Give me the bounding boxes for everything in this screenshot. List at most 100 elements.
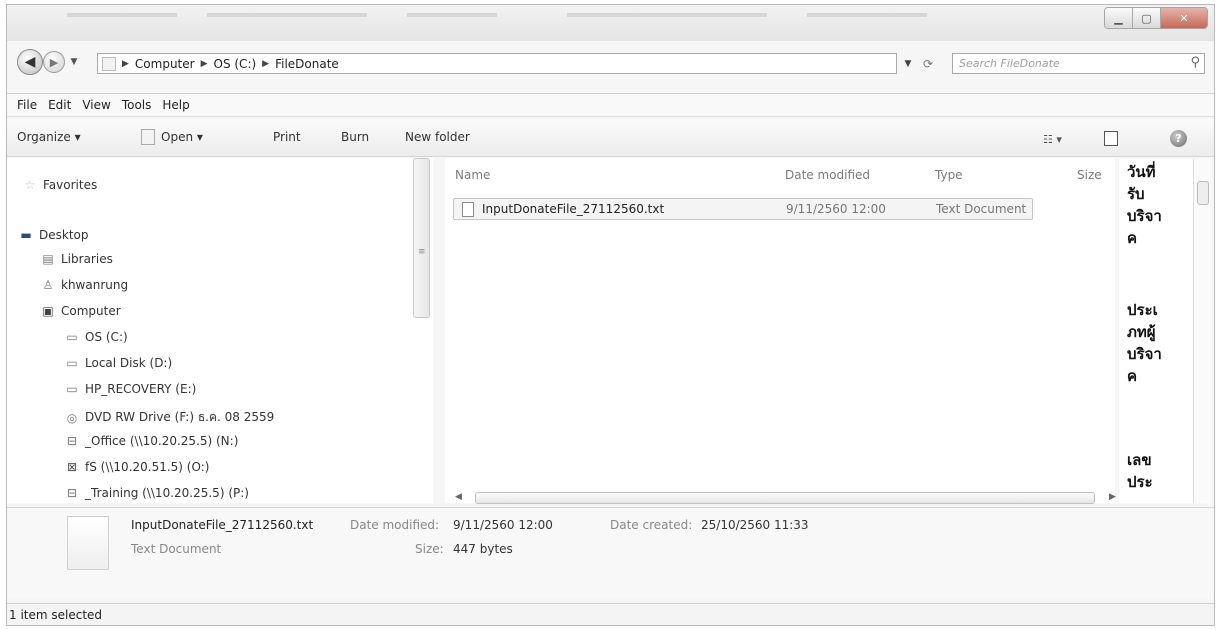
new-folder-button[interactable]: New folder (405, 130, 470, 144)
details-type: Text Document (131, 542, 222, 556)
file-name: InputDonateFile_27112560.txt (482, 202, 665, 216)
refresh-icon[interactable]: ⟳ (917, 53, 939, 74)
forward-arrow-icon[interactable]: ▶ (43, 51, 65, 73)
nav-drive-c[interactable]: ▭ OS (C:) (63, 330, 127, 344)
nav-drive-p[interactable]: ⊟ _Training (\\10.20.25.5) (P:) (63, 486, 249, 500)
search-input[interactable] (959, 56, 1174, 71)
thai-text-line: รับ (1127, 185, 1145, 203)
details-pane: InputDonateFile_27112560.txt Text Docume… (7, 507, 1214, 599)
nav-drive-label: _Training (\\10.20.25.5) (P:) (85, 486, 249, 500)
explorer-window: ▁ ▢ ✕ ◀ ▶ ▼ ▶ Computer ▶ OS (C:) ▶ FileD… (6, 4, 1215, 626)
title-bar-texture (807, 13, 927, 17)
text-file-icon (462, 202, 474, 217)
computer-icon: ▣ (42, 304, 54, 318)
minimize-button[interactable]: ▁ (1105, 8, 1133, 28)
desktop-icon: ▬ (20, 228, 32, 242)
folder-icon (102, 56, 116, 71)
content-vertical-scrollbar[interactable] (1193, 159, 1211, 503)
change-view-icon[interactable]: ☷ ▾ (1043, 133, 1062, 146)
title-bar-texture (567, 13, 767, 17)
text-file-large-icon (67, 516, 109, 570)
maximize-button[interactable]: ▢ (1133, 8, 1161, 28)
breadcrumb-separator-icon[interactable]: ▶ (122, 59, 129, 69)
menu-file[interactable]: File (17, 98, 37, 112)
nav-drive-d[interactable]: ▭ Local Disk (D:) (63, 356, 172, 370)
horizontal-scrollbar[interactable]: ◀ ▶ (445, 490, 1125, 506)
file-row[interactable]: InputDonateFile_27112560.txt 9/11/2560 1… (453, 198, 1033, 220)
nav-favorites[interactable]: ☆ Favorites (21, 178, 98, 192)
breadcrumb-os-c[interactable]: OS (C:) (214, 57, 257, 71)
details-date-modified: 9/11/2560 12:00 (453, 518, 553, 532)
scroll-left-arrow-icon[interactable]: ◀ (455, 492, 462, 502)
nav-libraries-label: Libraries (61, 252, 113, 266)
details-date-created-label: Date created: (610, 518, 693, 532)
breadcrumb-separator-icon[interactable]: ▶ (262, 59, 269, 69)
address-dropdown-icon[interactable]: ▼ (899, 53, 917, 74)
back-arrow-icon[interactable]: ◀ (17, 49, 43, 75)
star-icon: ☆ (24, 178, 36, 192)
nav-user[interactable]: ♙ khwanrung (39, 278, 128, 292)
nav-drive-label: fS (\\10.20.51.5) (O:) (85, 460, 210, 474)
breadcrumb-separator-icon[interactable]: ▶ (201, 59, 208, 69)
search-icon[interactable]: ⚲ (1190, 55, 1200, 70)
navigation-pane: ☆ Favorites ▬ Desktop ▤ Libraries ♙ khwa… (7, 158, 433, 503)
libraries-icon: ▤ (42, 252, 54, 266)
details-date-created: 25/10/2560 11:33 (701, 518, 809, 532)
command-bar: Organize ▾ Open ▾ Print Burn New folder … (7, 119, 1214, 157)
menu-help[interactable]: Help (162, 98, 189, 112)
preview-pane-icon[interactable] (1104, 131, 1118, 146)
thai-text-line: ค (1127, 229, 1138, 247)
file-type: Text Document (936, 202, 1027, 216)
title-bar-texture (407, 13, 497, 17)
organize-button[interactable]: Organize ▾ (17, 130, 81, 144)
thai-text-line: วันที่ (1127, 163, 1156, 181)
dvd-drive-icon: ◎ (66, 410, 78, 425)
breadcrumb-computer[interactable]: Computer (135, 57, 195, 71)
nav-libraries[interactable]: ▤ Libraries (39, 252, 113, 266)
network-drive-icon: ⊟ (66, 434, 78, 448)
hard-drive-icon: ▭ (66, 330, 78, 344)
menu-tools[interactable]: Tools (122, 98, 152, 112)
thai-text-column: วันที่ รับ บริจา ค ประเ ภทผู้ บริจา ค เล… (1119, 159, 1193, 503)
scroll-right-arrow-icon[interactable]: ▶ (1109, 492, 1116, 502)
nav-drive-o[interactable]: ⊠ fS (\\10.20.51.5) (O:) (63, 460, 209, 474)
menu-view[interactable]: View (82, 98, 110, 112)
hard-drive-icon: ▭ (66, 356, 78, 370)
nav-drive-f[interactable]: ◎ DVD RW Drive (F:) ธ.ค. 08 2559 (63, 408, 275, 427)
breadcrumb-filedonate[interactable]: FileDonate (275, 57, 339, 71)
close-button[interactable]: ✕ (1161, 8, 1207, 28)
thai-text-line: ภทผู้ (1127, 323, 1156, 341)
print-button[interactable]: Print (273, 130, 301, 144)
menu-edit[interactable]: Edit (48, 98, 71, 112)
details-size: 447 bytes (453, 542, 513, 556)
nav-drive-e[interactable]: ▭ HP_RECOVERY (E:) (63, 382, 196, 396)
nav-user-label: khwanrung (61, 278, 129, 292)
column-header-date-modified[interactable]: Date modified (785, 168, 870, 182)
scroll-thumb[interactable] (1197, 181, 1209, 205)
nav-drive-label: DVD RW Drive (F:) ธ.ค. 08 2559 (85, 410, 275, 424)
column-header-type[interactable]: Type (935, 168, 963, 182)
column-header-name[interactable]: Name (455, 168, 490, 182)
nav-desktop-label: Desktop (39, 228, 89, 242)
address-bar[interactable]: ▶ Computer ▶ OS (C:) ▶ FileDonate (97, 53, 897, 74)
nav-drive-label: HP_RECOVERY (E:) (85, 382, 197, 396)
recent-pages-dropdown-icon[interactable]: ▼ (67, 55, 81, 69)
nav-computer[interactable]: ▣ Computer (39, 304, 120, 318)
horizontal-scroll-thumb[interactable] (475, 492, 1095, 504)
details-date-modified-label: Date modified: (350, 518, 440, 532)
title-bar-texture (67, 13, 177, 17)
scroll-grip-icon: ≡ (418, 247, 426, 257)
navigation-scrollbar[interactable]: ≡ (413, 158, 430, 318)
open-button[interactable]: Open ▾ (161, 130, 203, 144)
thai-text-line: บริจา (1127, 345, 1162, 363)
help-icon[interactable]: ? (1170, 130, 1187, 147)
nav-desktop[interactable]: ▬ Desktop (17, 228, 89, 242)
column-header-size[interactable]: Size (1077, 168, 1102, 182)
file-date-modified: 9/11/2560 12:00 (786, 202, 886, 216)
burn-button[interactable]: Burn (341, 130, 369, 144)
network-drive-icon: ⊟ (66, 486, 78, 500)
nav-drive-n[interactable]: ⊟ _Office (\\10.20.25.5) (N:) (63, 434, 238, 448)
thai-text-line: ค (1127, 367, 1138, 385)
title-bar[interactable]: ▁ ▢ ✕ (7, 5, 1214, 41)
window-controls: ▁ ▢ ✕ (1104, 7, 1208, 29)
